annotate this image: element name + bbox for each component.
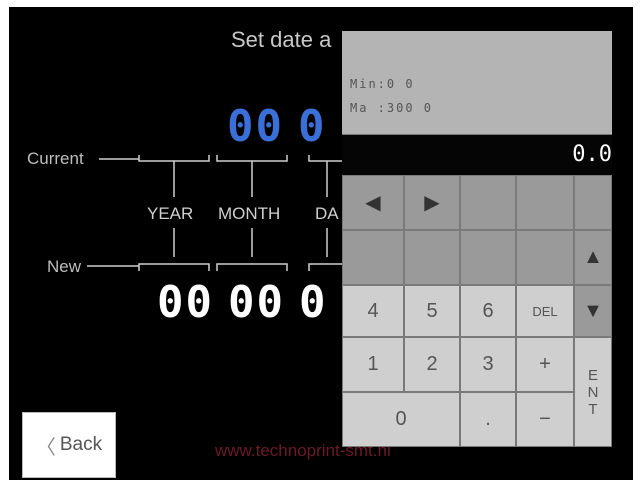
blank-key[interactable] bbox=[404, 230, 460, 285]
blank-key[interactable] bbox=[516, 230, 574, 285]
delete-button[interactable]: DEL bbox=[516, 285, 574, 337]
current-date-digits: 00 0 bbox=[227, 101, 340, 152]
key-5[interactable]: 5 bbox=[404, 285, 460, 337]
minus-button[interactable]: − bbox=[516, 392, 574, 447]
enter-label-n: N bbox=[587, 383, 599, 401]
key-6[interactable]: 6 bbox=[460, 285, 516, 337]
minus-label: − bbox=[539, 408, 551, 430]
month-column-label: MONTH bbox=[218, 204, 281, 223]
current-year-digits: 00 bbox=[227, 101, 284, 152]
decimal-point-label: . bbox=[485, 408, 491, 430]
keypad-body: ◀ ▶ ▲ 4 5 6 DEL ▼ 1 2 3 + 0 . − E N T bbox=[342, 175, 612, 447]
right-arrow-icon: ▶ bbox=[424, 192, 440, 214]
blank-key[interactable] bbox=[516, 175, 574, 230]
new-year-digits[interactable]: 00 bbox=[157, 277, 214, 328]
new-day-digits[interactable]: 0 bbox=[299, 277, 328, 328]
delete-label: DEL bbox=[532, 303, 558, 319]
keypad-max-value: Ma :300 0 bbox=[350, 101, 434, 115]
new-label: New bbox=[47, 257, 82, 276]
page-title: Set date a bbox=[231, 27, 332, 52]
decimal-point-button[interactable]: . bbox=[460, 392, 516, 447]
current-label: Current bbox=[27, 149, 84, 168]
year-column-label: YEAR bbox=[147, 204, 194, 223]
enter-label-t: T bbox=[588, 400, 598, 418]
key-2[interactable]: 2 bbox=[404, 337, 460, 392]
back-button-label: Back bbox=[59, 434, 103, 455]
up-arrow-icon: ▲ bbox=[583, 246, 603, 268]
day-column-label: DA bbox=[315, 204, 339, 223]
key-3-label: 3 bbox=[482, 353, 494, 375]
key-5-label: 5 bbox=[426, 299, 438, 322]
keypad-min-value: Min:0 0 bbox=[350, 77, 415, 91]
key-1-label: 1 bbox=[367, 353, 379, 375]
cursor-right-button[interactable]: ▶ bbox=[404, 175, 460, 230]
key-0-label: 0 bbox=[395, 408, 407, 430]
left-arrow-icon: ◀ bbox=[365, 192, 381, 214]
cursor-left-button[interactable]: ◀ bbox=[342, 175, 404, 230]
plus-button[interactable]: + bbox=[516, 337, 574, 392]
key-2-label: 2 bbox=[426, 353, 438, 375]
down-button[interactable]: ▼ bbox=[574, 285, 612, 337]
key-4[interactable]: 4 bbox=[342, 285, 404, 337]
numeric-keypad: Min:0 0 Ma :300 0 0.0 ◀ ▶ ▲ 4 5 6 DEL ▼ … bbox=[342, 31, 612, 447]
new-date-digits[interactable]: 00 00 0 bbox=[157, 277, 341, 328]
key-4-label: 4 bbox=[367, 299, 379, 322]
blank-key[interactable] bbox=[342, 230, 404, 285]
key-3[interactable]: 3 bbox=[460, 337, 516, 392]
enter-label-e: E bbox=[587, 366, 598, 384]
hmi-screen: Set date a 00 0 Current New YEAR MONTH DA… bbox=[9, 7, 633, 480]
keypad-display-value: 0.0 bbox=[572, 142, 612, 167]
chevron-left-icon: 〈 bbox=[35, 436, 56, 459]
key-1[interactable]: 1 bbox=[342, 337, 404, 392]
keypad-range-panel: Min:0 0 Ma :300 0 bbox=[342, 31, 612, 135]
keypad-display: 0.0 bbox=[342, 135, 612, 175]
current-month-digits: 0 bbox=[297, 101, 327, 152]
blank-key[interactable] bbox=[460, 230, 516, 285]
enter-button[interactable]: E N T bbox=[574, 337, 612, 447]
key-6-label: 6 bbox=[482, 299, 494, 322]
down-arrow-icon: ▼ bbox=[583, 299, 603, 322]
blank-key[interactable] bbox=[574, 175, 612, 230]
up-button[interactable]: ▲ bbox=[574, 230, 612, 285]
new-month-digits[interactable]: 00 bbox=[228, 277, 285, 328]
blank-key[interactable] bbox=[460, 175, 516, 230]
key-0[interactable]: 0 bbox=[342, 392, 460, 447]
plus-label: + bbox=[539, 353, 551, 375]
back-button[interactable]: 〈 Back bbox=[22, 412, 116, 478]
